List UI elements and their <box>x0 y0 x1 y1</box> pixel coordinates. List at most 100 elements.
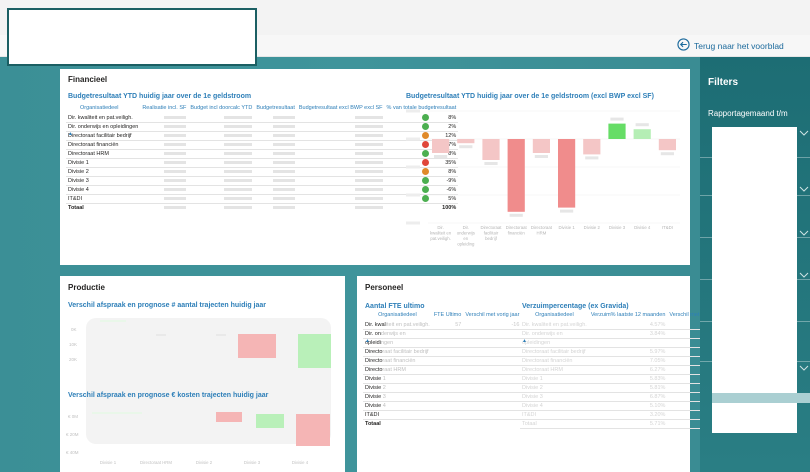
table-row[interactable]: Dir. onderwijs en <box>363 329 522 339</box>
productie-bar[interactable] <box>256 414 284 428</box>
row-name-faded: raat financiën <box>382 357 416 364</box>
table-row[interactable]: Directoraat HRM6.27%0.72% <box>520 365 726 375</box>
table-row[interactable]: IT&DI <box>363 410 522 420</box>
table-row[interactable]: Divisie 2 <box>363 383 522 393</box>
table-row[interactable]: Dir. onderwijs en3.84%-0.21% <box>520 329 726 339</box>
table-row[interactable]: Totaal5.71%0.22% <box>520 419 726 429</box>
budget-bar[interactable] <box>558 139 576 208</box>
row-name: Directoraat facilitair bedrijf <box>66 131 141 141</box>
chevron-down-icon[interactable] <box>799 225 809 236</box>
row-name: Divisie 2 <box>520 383 589 393</box>
productie-bar[interactable] <box>296 414 330 446</box>
value-cell: 57 <box>431 320 464 330</box>
verzuim-col-org[interactable]: Organisatiedeel <box>520 312 589 321</box>
budget-bar[interactable] <box>457 139 475 144</box>
budget-bar[interactable] <box>482 139 500 160</box>
sort-ascending-icon[interactable]: ▲ <box>68 131 73 137</box>
table-row[interactable]: Directoraat HRM <box>363 365 522 375</box>
fte-col-ultimo[interactable]: FTE Ultimo <box>432 312 464 321</box>
budget-bar[interactable] <box>583 139 601 155</box>
row-name: Divisie 2 <box>363 383 432 393</box>
table-row[interactable]: Directoraat financiën 37% <box>66 140 459 150</box>
filters-title: Filters <box>708 77 739 88</box>
filter-panel-redacted[interactable] <box>712 127 797 433</box>
row-name: IT&DI <box>363 410 432 420</box>
table-row[interactable]: Directoraat HRM 8% <box>66 149 459 159</box>
chevron-down-icon[interactable] <box>799 267 809 278</box>
chevron-down-icon[interactable] <box>799 181 809 192</box>
table-row[interactable]: Directoraat financiën7.05%0.34% <box>520 356 726 366</box>
row-name: IT&DI <box>66 194 141 204</box>
mini-x-label: Divisie 2 <box>196 460 213 465</box>
personeel-title: Personeel <box>365 283 404 292</box>
table-row[interactable]: opleidingen <box>363 338 522 348</box>
table-total-row[interactable]: Totaal <box>363 419 521 428</box>
productie-bar[interactable] <box>100 320 126 322</box>
table-row[interactable]: Dir. kwaliteit en pat.veiligh. 57 -16 <box>363 320 522 330</box>
row-name: Divisie 3 <box>66 176 141 186</box>
table-row[interactable]: Divisie 3 <box>363 392 522 402</box>
col-budgetresultaat-excl[interactable]: Budgetresultaat excl BWP excl SF <box>297 105 385 114</box>
budget-bar[interactable] <box>432 139 450 153</box>
productie-bar[interactable] <box>92 412 142 414</box>
table-row[interactable]: Dir. onderwijs en opleidingen 2% <box>66 122 459 132</box>
table-total-row[interactable]: Totaal 100% <box>66 203 458 212</box>
fte-col-verschil[interactable]: Verschil met vorig jaar <box>463 312 521 321</box>
col-budget[interactable]: Budget incl doorcalc YTD <box>188 105 254 114</box>
productie-bar[interactable] <box>216 412 242 422</box>
redacted-value <box>254 185 297 195</box>
productie-title: Productie <box>68 283 105 292</box>
productie-bar[interactable] <box>156 334 166 336</box>
table-row[interactable]: Divisie 15.83%0.68% <box>520 374 726 384</box>
budget-bar[interactable] <box>507 139 525 212</box>
row-name-faded: 3 <box>381 393 386 400</box>
col-budgetresultaat[interactable]: Budgetresultaat <box>254 105 297 114</box>
value-cell: 5.83% <box>588 374 668 384</box>
table-row[interactable]: Divisie 45.10%0.36% <box>520 401 726 411</box>
table-row[interactable]: Directoraat facilitair bedrijf5.97%0.53% <box>520 347 726 357</box>
budget-bar[interactable] <box>633 129 651 139</box>
personeel-card: Personeel Aantal FTE ultimo Organisatied… <box>357 276 726 472</box>
mini-x-label: Divisie 1 <box>100 460 117 465</box>
back-to-cover-link[interactable]: Terug naar het voorblad <box>677 38 784 53</box>
budget-bar[interactable] <box>608 123 626 139</box>
value-cell: 3.84% <box>588 329 668 339</box>
row-name: Dir. onderwijs en <box>520 329 589 339</box>
budget-bar[interactable] <box>658 139 676 151</box>
verzuim-sort-icon[interactable]: ▲ <box>522 338 527 344</box>
table-row[interactable]: Divisie 4 -6% <box>66 185 459 195</box>
col-organisatiedeel[interactable]: Organisatiedeel <box>66 105 140 114</box>
row-name: Divisie 3 <box>520 392 589 402</box>
verzuim-col-pct[interactable]: Verzuim% laatste 12 maanden <box>589 312 668 321</box>
productie-bar[interactable] <box>298 334 331 368</box>
table-row[interactable]: Directoraat financiën <box>363 356 522 366</box>
table-row[interactable]: opleidingen <box>520 338 726 348</box>
row-name-faded: 1 <box>381 375 386 382</box>
row-name-visible: Divisie <box>365 393 382 400</box>
bar-value-label <box>610 117 624 121</box>
table-row[interactable]: Directoraat facilitair bedrijf <box>363 347 522 357</box>
x-tick-label: en <box>463 236 468 241</box>
table-row[interactable]: Divisie 3 -9% <box>66 176 459 186</box>
table-row[interactable]: Divisie 1 <box>363 374 522 384</box>
productie-bar[interactable] <box>238 334 276 358</box>
productie-bar[interactable] <box>216 334 226 336</box>
table-row[interactable]: Divisie 25.81%0.04% <box>520 383 726 393</box>
col-realisatie[interactable]: Realisatie incl. SF <box>140 105 188 114</box>
fte-col-org[interactable]: Organisatiedeel <box>363 312 432 321</box>
table-row[interactable]: Directoraat facilitair bedrijf 12% <box>66 131 459 141</box>
redacted-value <box>140 158 189 168</box>
chevron-down-icon[interactable] <box>799 125 809 136</box>
table-row[interactable]: Divisie 2 8% <box>66 167 459 177</box>
budget-bar[interactable] <box>532 139 550 153</box>
fte-sort-icon[interactable]: ▲ <box>365 338 370 344</box>
table-row[interactable]: IT&DI3.20%-0.84% <box>520 410 726 420</box>
table-row[interactable]: Dir. kwaliteit en pat.veiligh. 8% <box>66 113 459 123</box>
redacted-value <box>140 113 189 123</box>
chevron-down-icon[interactable] <box>799 360 809 371</box>
table-row[interactable]: Divisie 4 <box>363 401 522 411</box>
table-row[interactable]: IT&DI 5% <box>66 194 459 204</box>
table-row[interactable]: Divisie 1 35% <box>66 158 459 168</box>
table-row[interactable]: Dir. kwaliteit en pat.veiligh.4.57%-0.34… <box>520 320 726 330</box>
table-row[interactable]: Divisie 36.87%0.30% <box>520 392 726 402</box>
